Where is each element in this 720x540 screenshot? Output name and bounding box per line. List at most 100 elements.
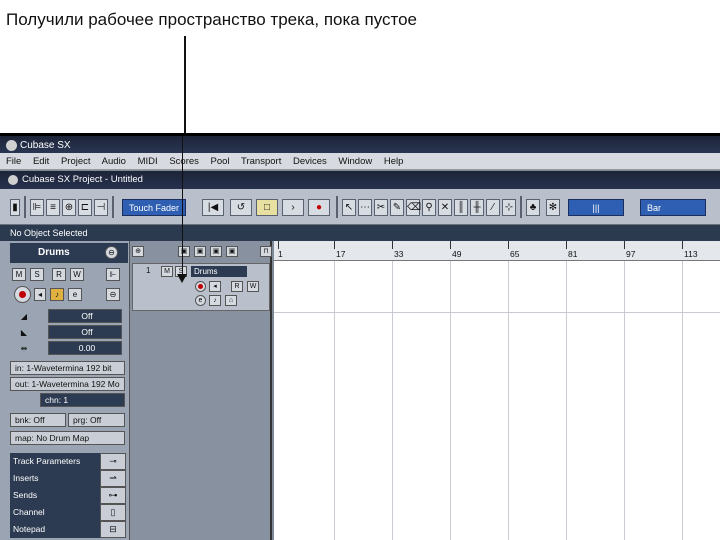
automation-mode-select[interactable]: Touch Fader <box>122 199 186 216</box>
view-options-button[interactable]: ⊫ <box>30 199 44 216</box>
section-inserts[interactable]: Inserts <box>10 470 100 487</box>
track-lanes-icon[interactable]: ⌂ <box>225 295 237 306</box>
pointer-arrow-line <box>182 136 183 276</box>
tracklist-mute-all-icon[interactable]: ▣ <box>178 246 190 257</box>
autoscroll-icon[interactable]: ≡ <box>46 199 60 216</box>
zoom-tool-icon[interactable]: ⚲ <box>422 199 436 216</box>
slide-caption: Получили рабочее пространство трека, пок… <box>6 10 418 29</box>
cycle-button[interactable]: ↺ <box>230 199 252 216</box>
section-sends[interactable]: Sends <box>10 487 100 504</box>
inspector-monitor-icon[interactable]: ◂ <box>34 288 46 301</box>
inserts-toggle-icon[interactable]: ⇀ <box>100 470 126 487</box>
timeline-ruler[interactable]: 1 17 33 49 65 81 97 113 <box>274 241 720 261</box>
pan-field[interactable]: Off <box>48 325 122 339</box>
inspector-read-button[interactable]: R <box>52 268 66 281</box>
grid-line <box>392 261 393 540</box>
menu-edit[interactable]: Edit <box>33 156 49 167</box>
cycle-icon[interactable]: ⊏ <box>78 199 92 216</box>
program-select[interactable]: prg: Off <box>68 413 125 427</box>
track-row[interactable]: 1 M S Drums ◂ R W e ♪ ⌂ <box>132 263 270 311</box>
volume-field[interactable]: Off <box>48 309 122 323</box>
play-button[interactable]: › <box>282 199 304 216</box>
inspector-options-icon[interactable]: ⊖ <box>105 246 118 259</box>
inspector-solo-button[interactable]: S <box>30 268 44 281</box>
menu-pool[interactable]: Pool <box>211 156 230 167</box>
track-parameters-toggle-icon[interactable]: ⊸ <box>100 453 126 470</box>
track-mute-button[interactable]: M <box>161 266 173 277</box>
delay-field[interactable]: 0.00 <box>48 341 122 355</box>
inspector-record-enable-button[interactable] <box>14 286 31 303</box>
bank-select[interactable]: bnk: Off <box>10 413 66 427</box>
track-record-enable-button[interactable] <box>195 281 206 292</box>
time-warp-tool-icon[interactable]: ╫ <box>470 199 484 216</box>
menu-transport[interactable]: Transport <box>241 156 281 167</box>
notepad-toggle-icon[interactable]: ⊟ <box>100 521 126 538</box>
snap-toggle-icon[interactable]: ✻ <box>546 199 560 216</box>
menu-window[interactable]: Window <box>338 156 372 167</box>
tracklist-add-icon[interactable]: ⊕ <box>132 246 144 257</box>
ruler-mark: 113 <box>684 249 698 259</box>
quantize-select[interactable]: Bar <box>640 199 706 216</box>
color-tool-icon[interactable]: ♣ <box>526 199 540 216</box>
ruler-tick <box>278 241 279 249</box>
menu-audio[interactable]: Audio <box>102 156 126 167</box>
inspector-toggle-button[interactable]: ▮ <box>10 199 20 216</box>
ruler-mark: 49 <box>452 249 462 259</box>
menu-file[interactable]: File <box>6 156 21 167</box>
record-button[interactable]: ● <box>308 199 330 216</box>
menu-scores[interactable]: Scores <box>169 156 199 167</box>
inspector-mute-button[interactable]: M <box>12 268 26 281</box>
object-select-tool-icon[interactable]: ↖ <box>342 199 356 216</box>
track-name-field[interactable]: Drums <box>191 266 247 277</box>
ruler-mark: 65 <box>510 249 520 259</box>
tracklist-write-all-icon[interactable]: ▣ <box>226 246 238 257</box>
range-select-tool-icon[interactable]: ⋯ <box>358 199 372 216</box>
draw-tool-icon[interactable]: ✎ <box>390 199 404 216</box>
menu-help[interactable]: Help <box>384 156 404 167</box>
track-write-button[interactable]: W <box>247 281 259 292</box>
scrub-tool-icon[interactable]: ⊹ <box>502 199 516 216</box>
ruler-tick <box>624 241 625 249</box>
ruler-mark: 33 <box>394 249 404 259</box>
grid-type-select[interactable]: ||| <box>568 199 624 216</box>
project-toolbar: ▮ ⊫ ≡ ⊕ ⊏ ⊣ Touch Fader |◀ ↺ □ › ● ↖ ⋯ ✂… <box>0 189 720 225</box>
output-routing-select[interactable]: out: 1-Wavetermina 192 Mo <box>10 377 125 391</box>
sends-toggle-icon[interactable]: ⊶ <box>100 487 126 504</box>
track-monitor-icon[interactable]: ◂ <box>209 281 221 292</box>
tracklist-settings-icon[interactable]: ⊓ <box>260 246 272 257</box>
menu-devices[interactable]: Devices <box>293 156 327 167</box>
inspector-expand-icon[interactable]: ⊖ <box>106 288 120 301</box>
glue-tool-icon[interactable]: ║ <box>454 199 468 216</box>
section-channel[interactable]: Channel <box>10 504 100 521</box>
go-to-start-button[interactable]: |◀ <box>202 199 224 216</box>
tracklist-solo-all-icon[interactable]: ▣ <box>194 246 206 257</box>
ruler-mark: 81 <box>568 249 578 259</box>
inspector-lock-icon[interactable]: ⊩ <box>106 268 120 281</box>
volume-icon: ◢ <box>20 312 28 321</box>
inspector-write-button[interactable]: W <box>70 268 84 281</box>
record-mode-icon[interactable]: ⊣ <box>94 199 108 216</box>
menu-midi[interactable]: MIDI <box>138 156 158 167</box>
menu-project[interactable]: Project <box>61 156 91 167</box>
line-tool-icon[interactable]: ⁄ <box>486 199 500 216</box>
inspector-timebase-icon[interactable]: ♪ <box>50 288 64 301</box>
input-routing-select[interactable]: in: 1-Wavetermina 192 bit <box>10 361 125 375</box>
track-edit-button[interactable]: e <box>195 295 206 306</box>
mute-tool-icon[interactable]: ✕ <box>438 199 452 216</box>
track-read-button[interactable]: R <box>231 281 243 292</box>
section-notepad[interactable]: Notepad <box>10 521 100 538</box>
ruler-tick <box>450 241 451 249</box>
eraser-tool-icon[interactable]: ⌫ <box>406 199 421 216</box>
arrange-window[interactable]: 1 17 33 49 65 81 97 113 <box>274 241 720 540</box>
tracklist-read-all-icon[interactable]: ▣ <box>210 246 222 257</box>
midi-channel-select[interactable]: chn: 1 <box>40 393 125 407</box>
section-track-parameters[interactable]: Track Parameters <box>10 453 100 470</box>
inspector-edit-button[interactable]: e <box>68 288 82 301</box>
split-tool-icon[interactable]: ✂ <box>374 199 388 216</box>
channel-toggle-icon[interactable]: ▯ <box>100 504 126 521</box>
stop-button[interactable]: □ <box>256 199 278 216</box>
drum-map-select[interactable]: map: No Drum Map <box>10 431 125 445</box>
track-timebase-icon[interactable]: ♪ <box>209 295 221 306</box>
track-lane-divider <box>274 312 720 313</box>
zoom-fit-icon[interactable]: ⊕ <box>62 199 76 216</box>
